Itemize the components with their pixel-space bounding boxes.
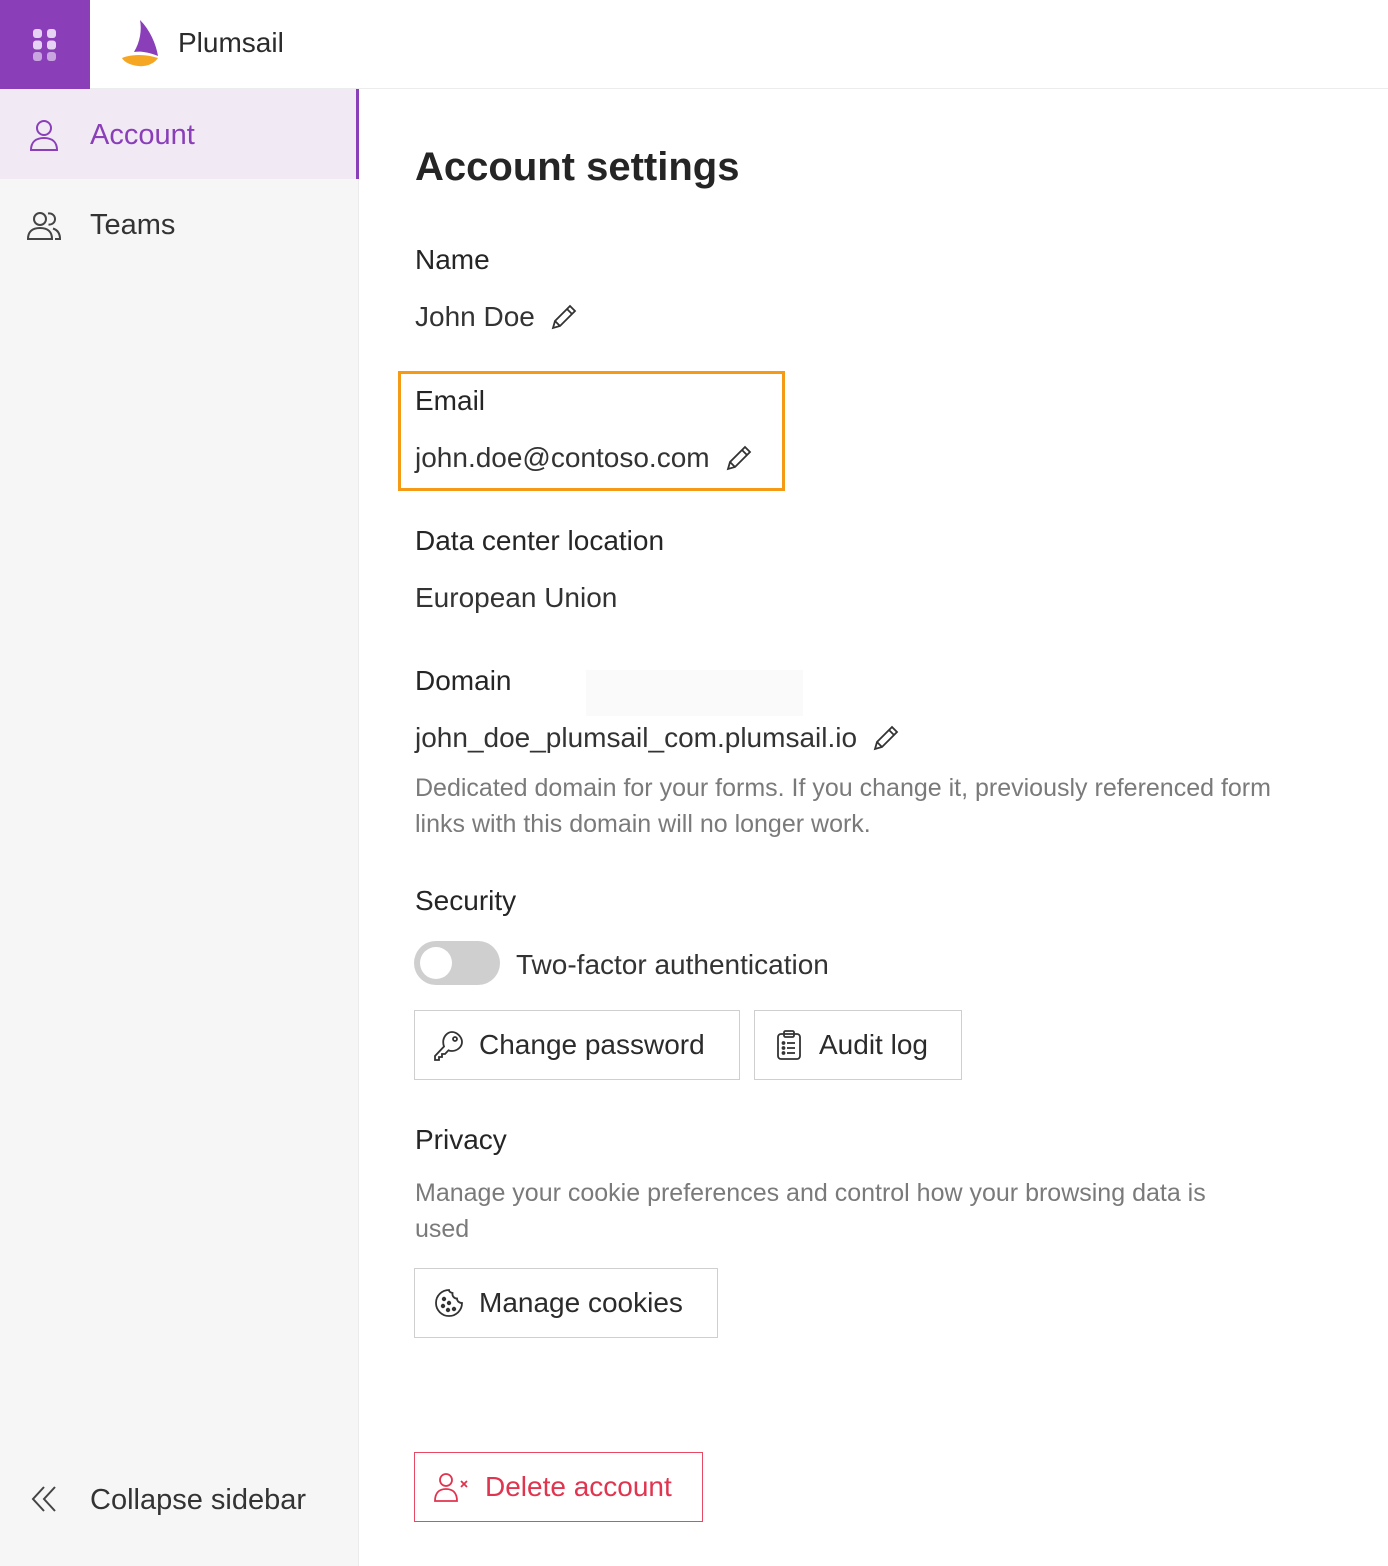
name-text: John Doe — [415, 301, 535, 332]
name-value: John Doe — [415, 299, 579, 335]
brand-name: Plumsail — [178, 27, 284, 58]
top-bar: Plumsail — [0, 0, 1388, 89]
change-password-button[interactable]: Change password — [414, 1010, 740, 1080]
email-text: john.doe@contoso.com — [415, 442, 710, 473]
user-remove-icon — [434, 1473, 468, 1502]
security-label: Security — [415, 885, 517, 916]
manage-cookies-label: Manage cookies — [479, 1287, 683, 1318]
key-icon — [434, 1031, 463, 1061]
audit-log-label: Audit log — [819, 1029, 928, 1060]
user-icon — [29, 120, 59, 151]
double-chevron-left-icon — [31, 1486, 56, 1512]
privacy-label: Privacy — [415, 1124, 507, 1155]
domain-label: Domain — [415, 665, 512, 696]
privacy-help-text: Manage your cookie preferences and contr… — [415, 1179, 1206, 1243]
users-icon — [26, 212, 62, 240]
pencil-icon[interactable] — [549, 302, 579, 332]
sidebar-item-teams[interactable]: Teams — [0, 179, 359, 269]
two-factor-toggle[interactable] — [414, 941, 500, 985]
data-center-label: Data center location — [415, 525, 665, 556]
domain-help-text: Dedicated domain for your forms. If you … — [415, 774, 1271, 838]
manage-cookies-button[interactable]: Manage cookies — [414, 1268, 718, 1338]
sidebar-item-label: Account — [90, 119, 195, 151]
sidebar: Account Teams Collapse sidebar — [0, 89, 359, 1566]
data-center-value: European Union — [415, 582, 618, 613]
cookie-icon — [435, 1289, 463, 1317]
domain-value: john_doe_plumsail_com.plumsail.io — [415, 720, 901, 756]
two-factor-label: Two-factor authentication — [516, 949, 829, 980]
grid-dots-icon — [33, 28, 56, 61]
collapse-sidebar-button[interactable]: Collapse sidebar — [0, 1454, 359, 1544]
delete-account-label: Delete account — [485, 1471, 672, 1502]
delete-account-button[interactable]: Delete account — [414, 1452, 703, 1522]
sidebar-item-account[interactable]: Account — [0, 89, 359, 179]
sidebar-item-label: Teams — [90, 209, 176, 241]
name-label: Name — [415, 244, 490, 275]
clipboard-list-icon — [777, 1030, 801, 1060]
toggle-knob — [420, 947, 452, 979]
plumsail-logo — [122, 20, 158, 67]
redacted-area — [586, 670, 803, 716]
collapse-sidebar-label: Collapse sidebar — [90, 1484, 307, 1516]
email-label: Email — [415, 385, 486, 416]
email-value: john.doe@contoso.com — [415, 440, 754, 476]
page-title: Account settings — [415, 145, 740, 189]
app-launcher-button[interactable] — [0, 0, 90, 89]
audit-log-button[interactable]: Audit log — [754, 1010, 962, 1080]
pencil-icon[interactable] — [871, 723, 901, 753]
domain-text: john_doe_plumsail_com.plumsail.io — [415, 722, 858, 753]
change-password-label: Change password — [479, 1029, 705, 1060]
pencil-icon[interactable] — [724, 443, 754, 473]
